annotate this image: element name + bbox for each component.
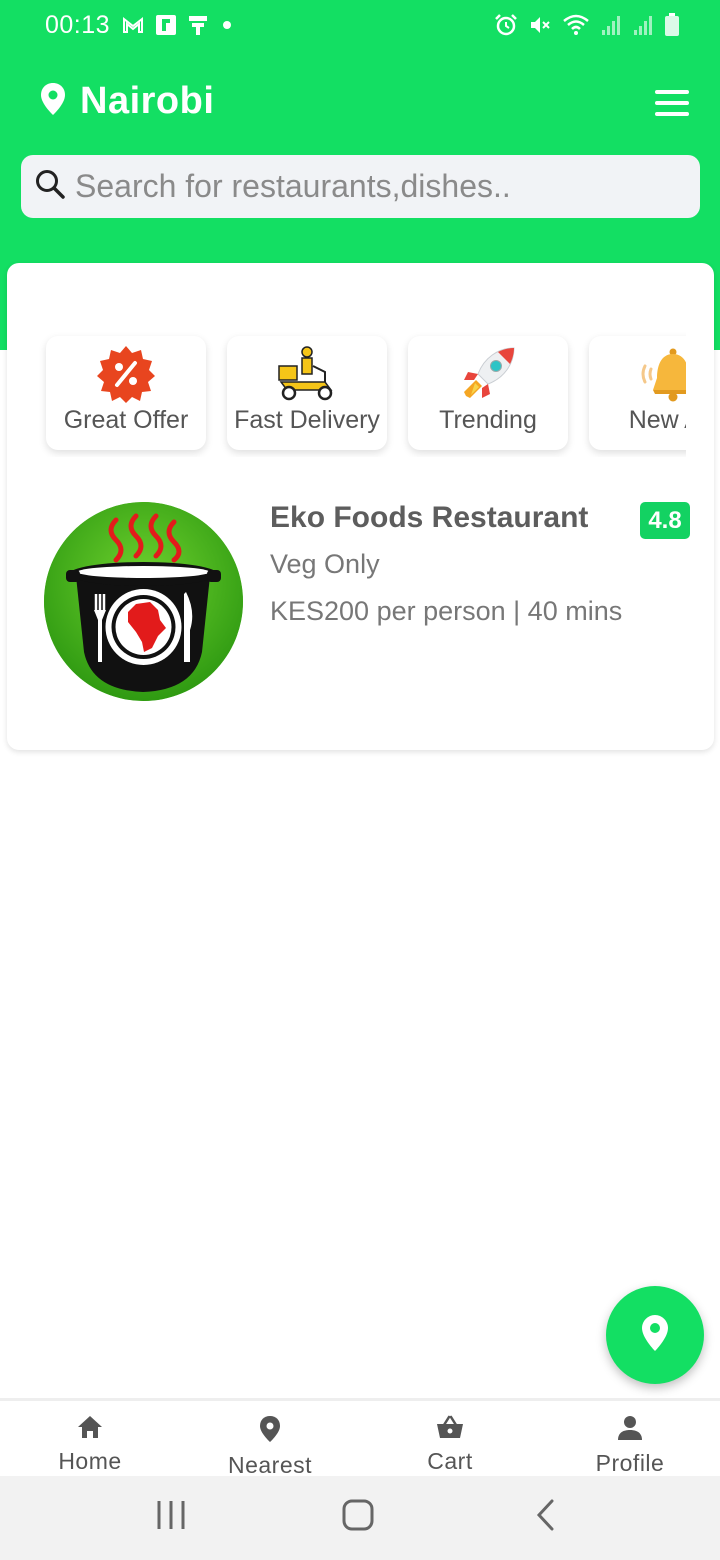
status-bar: 00:13 <box>0 0 720 52</box>
app-icon <box>188 14 208 36</box>
hamburger-menu-icon[interactable] <box>652 86 692 120</box>
category-label: Great Offer <box>63 406 189 434</box>
rating-badge: 4.8 <box>640 502 690 539</box>
location-pin-icon <box>40 82 66 121</box>
basket-icon <box>436 1415 464 1444</box>
alarm-icon <box>494 13 518 37</box>
category-label: Fast Delivery <box>234 406 380 434</box>
search-bar[interactable] <box>21 155 700 218</box>
nav-cart[interactable]: Cart <box>360 1401 540 1476</box>
location-selector[interactable]: Nairobi <box>40 80 214 123</box>
back-button[interactable] <box>534 1498 558 1537</box>
signal-icon-2 <box>632 14 654 36</box>
flipboard-icon <box>156 15 176 35</box>
restaurant-logo-pot-icon <box>44 502 243 701</box>
category-label: New Ar <box>628 406 686 434</box>
category-trending[interactable]: Trending <box>408 336 568 450</box>
status-time: 00:13 <box>45 11 111 39</box>
recents-button[interactable] <box>156 1498 186 1537</box>
discount-badge-icon <box>96 344 156 404</box>
rocket-icon <box>458 344 518 404</box>
system-navigation-bar <box>0 1476 720 1560</box>
category-strip[interactable]: Great Offer Fast Delivery Trending New <box>37 327 686 457</box>
gmail-icon <box>122 16 144 34</box>
home-button[interactable] <box>341 1498 375 1537</box>
delivery-scooter-icon <box>277 344 337 404</box>
mute-icon <box>528 13 552 37</box>
nav-label: Cart <box>427 1448 473 1474</box>
nearby-location-fab[interactable] <box>606 1286 704 1384</box>
status-right-icons <box>494 13 680 37</box>
location-pin-icon <box>259 1415 281 1448</box>
bell-icon <box>639 344 686 404</box>
home-icon <box>77 1415 103 1444</box>
signal-icon <box>600 14 622 36</box>
nav-label: Nearest <box>227 1452 313 1478</box>
nav-home[interactable]: Home <box>0 1401 180 1476</box>
wifi-icon <box>562 13 590 37</box>
bottom-navigation: Home Nearest Cart Profile <box>0 1398 720 1478</box>
status-left-icons <box>122 14 234 36</box>
category-new-arrivals[interactable]: New Ar <box>589 336 686 450</box>
dot-icon <box>220 18 234 32</box>
category-great-offer[interactable]: Great Offer <box>46 336 206 450</box>
category-label: Trending <box>439 406 537 434</box>
nav-profile[interactable]: Profile <box>540 1401 720 1476</box>
restaurant-logo[interactable] <box>44 502 243 701</box>
battery-icon <box>664 13 680 37</box>
restaurant-name[interactable]: Eko Foods Restaurant <box>270 501 588 535</box>
location-pin-icon <box>641 1314 669 1357</box>
search-input[interactable] <box>75 168 675 205</box>
search-icon <box>35 169 65 204</box>
nav-nearest[interactable]: Nearest <box>180 1401 360 1478</box>
nav-label: Profile <box>595 1450 665 1476</box>
restaurant-card-container: Great Offer Fast Delivery Trending New E… <box>7 263 714 750</box>
city-name: Nairobi <box>80 80 215 122</box>
restaurant-meta: KES200 per person | 40 mins <box>270 596 623 626</box>
person-icon <box>617 1415 643 1446</box>
restaurant-type: Veg Only <box>270 549 380 579</box>
nav-label: Home <box>58 1448 122 1474</box>
category-fast-delivery[interactable]: Fast Delivery <box>227 336 387 450</box>
